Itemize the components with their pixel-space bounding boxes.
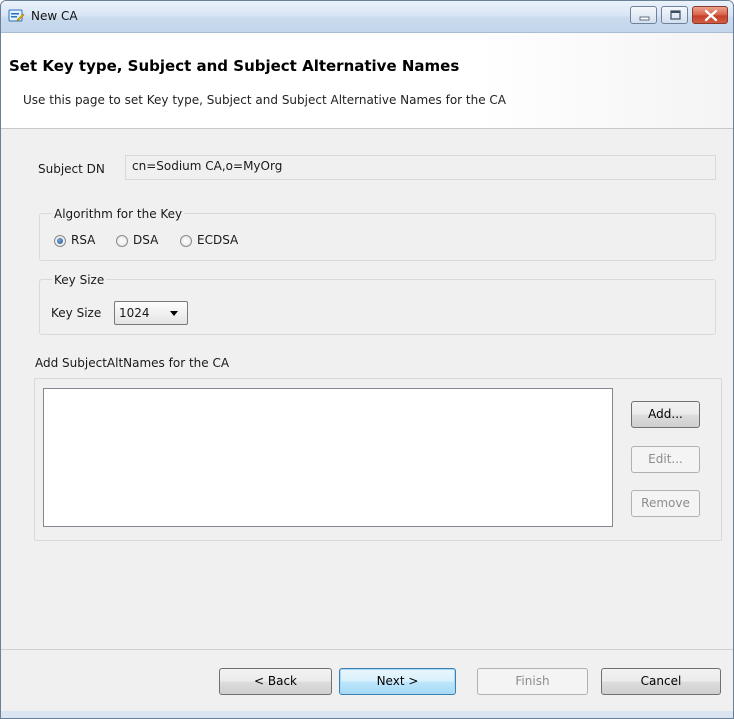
algorithm-group-label: Algorithm for the Key — [52, 207, 185, 221]
certificate-wizard-icon — [8, 8, 25, 24]
edit-button-label: Edit... — [648, 452, 683, 466]
san-label: Add SubjectAltNames for the CA — [35, 356, 230, 370]
key-size-select[interactable]: 1024 — [114, 301, 188, 325]
finish-button-label: Finish — [515, 674, 550, 688]
dsa-label[interactable]: DSA — [133, 233, 158, 247]
subject-dn-field[interactable]: cn=Sodium CA,o=MyOrg — [125, 155, 716, 180]
san-list[interactable] — [43, 388, 613, 527]
add-button-label: Add... — [648, 407, 683, 421]
new-ca-window: New CA Set Key type, Subject and Subject… — [0, 0, 734, 719]
close-icon — [704, 9, 718, 22]
close-button[interactable] — [692, 6, 728, 24]
maximize-icon — [670, 10, 681, 20]
finish-button[interactable]: Finish — [477, 668, 588, 695]
remove-button[interactable]: Remove — [631, 490, 700, 517]
window-bottom-border — [1, 711, 733, 718]
ecdsa-label[interactable]: ECDSA — [197, 233, 238, 247]
minimize-button[interactable] — [630, 6, 657, 24]
rsa-label[interactable]: RSA — [71, 233, 95, 247]
dsa-radio[interactable] — [116, 235, 128, 247]
chevron-down-icon — [170, 311, 178, 316]
add-button[interactable]: Add... — [631, 401, 700, 428]
rsa-radio[interactable] — [54, 235, 66, 247]
next-button-label: Next > — [376, 674, 419, 688]
key-size-value: 1024 — [119, 306, 150, 320]
next-button[interactable]: Next > — [339, 668, 456, 695]
page-title: Set Key type, Subject and Subject Altern… — [9, 57, 460, 75]
ecdsa-radio[interactable] — [180, 235, 192, 247]
title-bar[interactable]: New CA — [1, 1, 733, 33]
key-size-group-label: Key Size — [52, 273, 107, 287]
remove-button-label: Remove — [641, 496, 690, 510]
cancel-button-label: Cancel — [640, 674, 682, 688]
back-button-label: < Back — [253, 674, 297, 688]
minimize-icon — [639, 16, 650, 21]
key-size-label: Key Size — [51, 306, 102, 320]
footer-separator — [1, 649, 733, 650]
edit-button[interactable]: Edit... — [631, 446, 700, 473]
maximize-button[interactable] — [661, 6, 688, 24]
back-button[interactable]: < Back — [219, 668, 332, 695]
page-description: Use this page to set Key type, Subject a… — [23, 93, 507, 107]
cancel-button[interactable]: Cancel — [601, 668, 721, 695]
wizard-header: Set Key type, Subject and Subject Altern… — [1, 33, 733, 129]
window-title: New CA — [31, 9, 78, 23]
subject-dn-label: Subject DN — [38, 162, 105, 176]
